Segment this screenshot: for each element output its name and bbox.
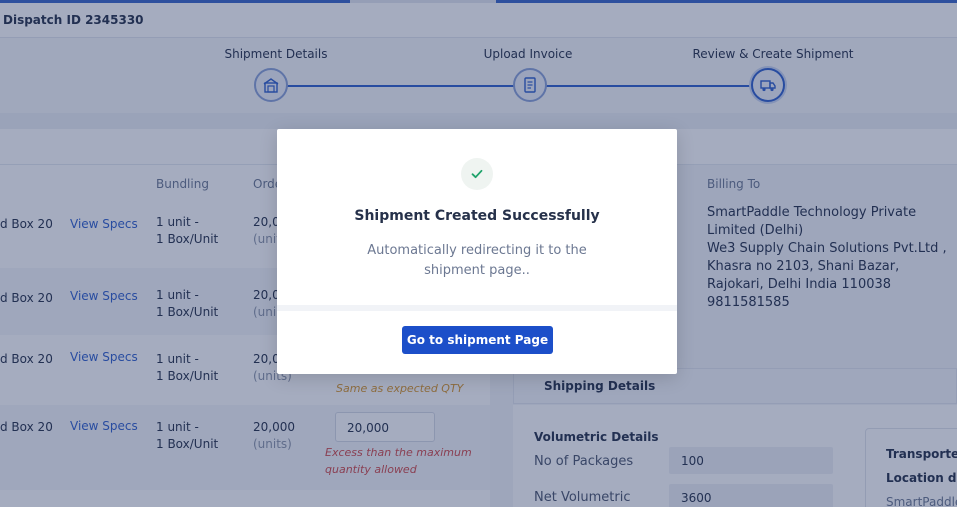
modal-message: Automatically redirecting it to the ship… bbox=[367, 243, 587, 278]
modal-divider bbox=[277, 305, 677, 311]
success-modal: Shipment Created Successfully Automatica… bbox=[277, 129, 677, 374]
success-badge bbox=[461, 158, 493, 190]
go-to-shipment-button[interactable]: Go to shipment Page bbox=[402, 326, 553, 354]
modal-title: Shipment Created Successfully bbox=[354, 208, 600, 224]
checkmark-icon bbox=[471, 169, 483, 179]
